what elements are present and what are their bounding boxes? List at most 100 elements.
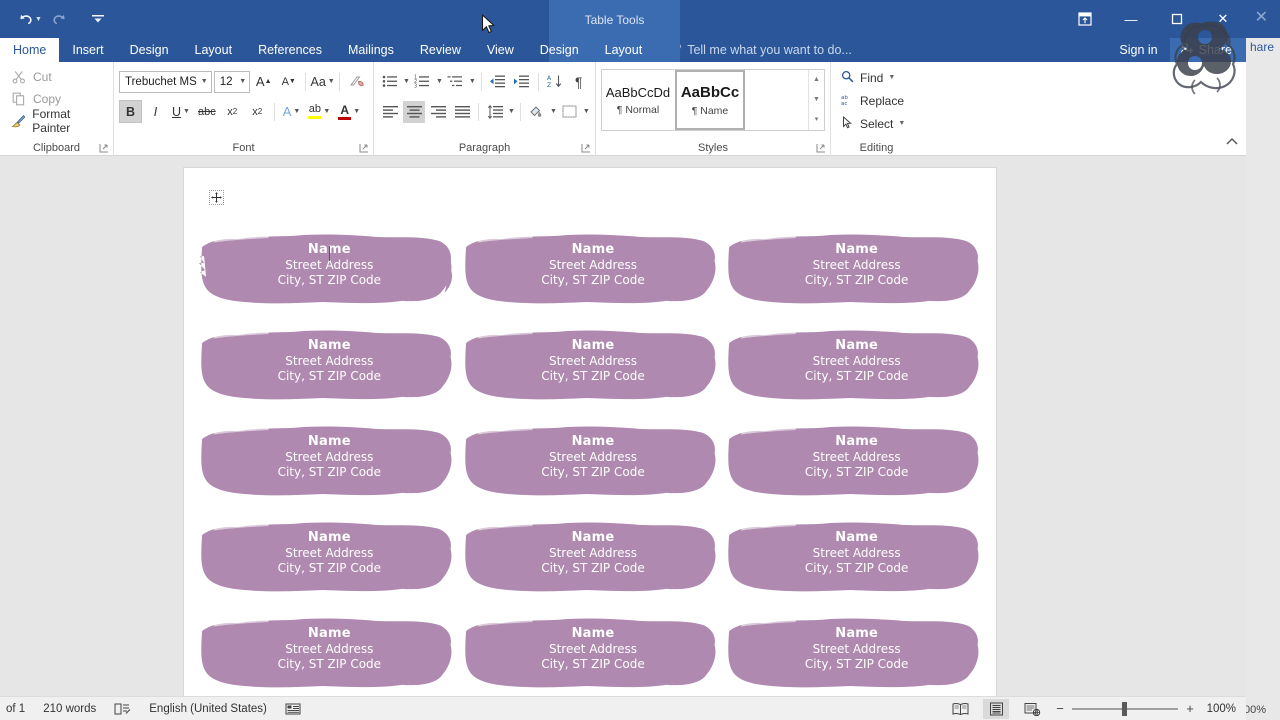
- tell-me-search[interactable]: Tell me what you want to do...: [655, 38, 852, 62]
- increase-indent-icon[interactable]: [511, 71, 533, 93]
- styles-gallery[interactable]: AaBbCcDd ¶ Normal AaBbCc ¶ Name ▲ ▼ ▾: [601, 69, 825, 131]
- font-size-combo[interactable]: 12 ▼: [213, 70, 251, 93]
- ribbon-display-options-icon[interactable]: [1062, 0, 1108, 38]
- label-cell[interactable]: Name Street Address City, ST ZIP Code: [462, 510, 725, 606]
- label-cell[interactable]: Name Street Address City, ST ZIP Code: [462, 414, 725, 510]
- format-painter-button[interactable]: Format Painter: [5, 107, 108, 135]
- undo-icon[interactable]: ▼: [14, 9, 46, 30]
- superscript-button[interactable]: x2: [246, 100, 269, 123]
- style-name[interactable]: AaBbCc ¶ Name: [675, 70, 745, 130]
- minimize-button[interactable]: —: [1108, 0, 1154, 38]
- select-button[interactable]: Select ▼: [836, 112, 917, 135]
- line-spacing-caret-icon[interactable]: ▼: [508, 108, 515, 115]
- subscript-button[interactable]: x2: [221, 100, 244, 123]
- word-count[interactable]: 210 words: [43, 703, 96, 715]
- grow-font-button[interactable]: A ▲: [252, 70, 275, 93]
- tab-layout[interactable]: Layout: [182, 38, 246, 62]
- page-indicator[interactable]: of 1: [6, 703, 25, 715]
- label-cell[interactable]: Name Street Address City, ST ZIP Code: [462, 606, 725, 702]
- label-cell[interactable]: Name Street Address City, ST ZIP Code: [198, 510, 461, 606]
- shrink-font-button[interactable]: A ▼: [277, 70, 300, 93]
- align-left-icon[interactable]: [379, 101, 401, 123]
- macro-recording-icon[interactable]: [285, 702, 301, 716]
- clear-formatting-icon[interactable]: [345, 70, 368, 93]
- tab-design[interactable]: Design: [117, 38, 182, 62]
- tab-review[interactable]: Review: [407, 38, 474, 62]
- bullets-icon[interactable]: [379, 71, 401, 93]
- font-color-button[interactable]: A ▼: [335, 100, 363, 123]
- label-cell[interactable]: Name Street Address City, ST ZIP Code: [725, 222, 988, 318]
- collapse-ribbon-icon[interactable]: [1226, 137, 1238, 149]
- zoom-slider[interactable]: [1072, 701, 1178, 716]
- underline-button[interactable]: U ▼: [169, 100, 193, 123]
- tab-table-tools-design[interactable]: Design: [527, 38, 592, 62]
- clipboard-dialog-launcher[interactable]: [99, 143, 109, 153]
- strikethrough-button[interactable]: abc: [195, 100, 219, 123]
- tab-home[interactable]: Home: [0, 38, 60, 62]
- label-cell[interactable]: Name Street Address City, ST ZIP Code: [198, 606, 461, 702]
- italic-button[interactable]: I: [144, 100, 167, 123]
- text-highlight-button[interactable]: ab ▼: [305, 100, 333, 123]
- bold-button[interactable]: B: [119, 100, 142, 123]
- bullets-caret-icon[interactable]: ▼: [403, 78, 410, 85]
- document-page[interactable]: Name Street Address City, ST ZIP Code: [183, 167, 997, 718]
- font-dialog-launcher[interactable]: [359, 143, 369, 153]
- styles-scroll-up-icon[interactable]: ▲: [813, 72, 820, 88]
- show-formatting-marks-icon[interactable]: ¶: [568, 71, 590, 93]
- label-cell[interactable]: Name Street Address City, ST ZIP Code: [725, 318, 988, 414]
- styles-scroll-down-icon[interactable]: ▼: [813, 92, 820, 108]
- label-cell[interactable]: Name Street Address City, ST ZIP Code: [198, 222, 461, 318]
- paragraph-dialog-launcher[interactable]: [581, 143, 591, 153]
- shading-caret-icon[interactable]: ▼: [550, 108, 557, 115]
- restore-button[interactable]: [1154, 0, 1200, 38]
- select-caret-icon[interactable]: ▼: [898, 120, 905, 127]
- replace-button[interactable]: ab ac Replace: [836, 89, 917, 112]
- label-cell[interactable]: Name Street Address City, ST ZIP Code: [725, 414, 988, 510]
- share-button[interactable]: Share: [1169, 38, 1246, 62]
- redo-icon[interactable]: [48, 9, 71, 29]
- tab-insert[interactable]: Insert: [59, 38, 116, 62]
- label-cell[interactable]: Name Street Address City, ST ZIP Code: [725, 606, 988, 702]
- zoom-out-button[interactable]: −: [1055, 701, 1065, 716]
- shading-icon[interactable]: [526, 101, 548, 123]
- zoom-in-button[interactable]: +: [1185, 701, 1195, 716]
- borders-caret-icon[interactable]: ▼: [583, 108, 590, 115]
- styles-gallery-scroll[interactable]: ▲ ▼ ▾: [808, 70, 824, 130]
- styles-more-icon[interactable]: ▾: [815, 112, 819, 128]
- styles-dialog-launcher[interactable]: [816, 143, 826, 153]
- change-case-button[interactable]: Aa ▼: [311, 70, 335, 93]
- sort-icon[interactable]: A Z: [544, 71, 566, 93]
- tab-table-tools-layout[interactable]: Layout: [592, 38, 656, 62]
- cut-button[interactable]: Cut: [5, 66, 108, 88]
- label-cell[interactable]: Name Street Address City, ST ZIP Code: [462, 318, 725, 414]
- close-button[interactable]: ✕: [1200, 0, 1246, 38]
- numbering-caret-icon[interactable]: ▼: [436, 78, 443, 85]
- customize-qat-icon[interactable]: [87, 10, 109, 28]
- table-move-handle-icon[interactable]: [209, 190, 224, 205]
- label-cell[interactable]: Name Street Address City, ST ZIP Code: [462, 222, 725, 318]
- align-right-icon[interactable]: [427, 101, 449, 123]
- find-button[interactable]: Find ▼: [836, 66, 917, 89]
- find-caret-icon[interactable]: ▼: [888, 74, 895, 81]
- label-cell[interactable]: Name Street Address City, ST ZIP Code: [198, 318, 461, 414]
- tab-mailings[interactable]: Mailings: [335, 38, 407, 62]
- align-center-icon[interactable]: [403, 100, 425, 123]
- proofing-errors-icon[interactable]: [114, 702, 131, 716]
- borders-icon[interactable]: [559, 101, 581, 123]
- labels-table[interactable]: Name Street Address City, ST ZIP Code: [198, 222, 988, 702]
- style-normal[interactable]: AaBbCcDd ¶ Normal: [603, 70, 673, 130]
- multilevel-caret-icon[interactable]: ▼: [469, 78, 476, 85]
- tab-view[interactable]: View: [474, 38, 527, 62]
- print-layout-view-button[interactable]: [983, 698, 1009, 719]
- label-cell[interactable]: Name Street Address City, ST ZIP Code: [725, 510, 988, 606]
- numbering-icon[interactable]: 1 2 3: [412, 71, 434, 93]
- text-effects-button[interactable]: A ▼: [280, 100, 304, 123]
- language-indicator[interactable]: English (United States): [149, 703, 267, 715]
- background-window-share-button[interactable]: hare: [1250, 40, 1274, 54]
- label-cell[interactable]: Name Street Address City, ST ZIP Code: [198, 414, 461, 510]
- tab-references[interactable]: References: [245, 38, 335, 62]
- zoom-slider-thumb[interactable]: [1122, 701, 1127, 716]
- justify-icon[interactable]: [451, 101, 473, 123]
- line-spacing-icon[interactable]: [484, 101, 506, 123]
- read-mode-view-button[interactable]: [947, 699, 973, 719]
